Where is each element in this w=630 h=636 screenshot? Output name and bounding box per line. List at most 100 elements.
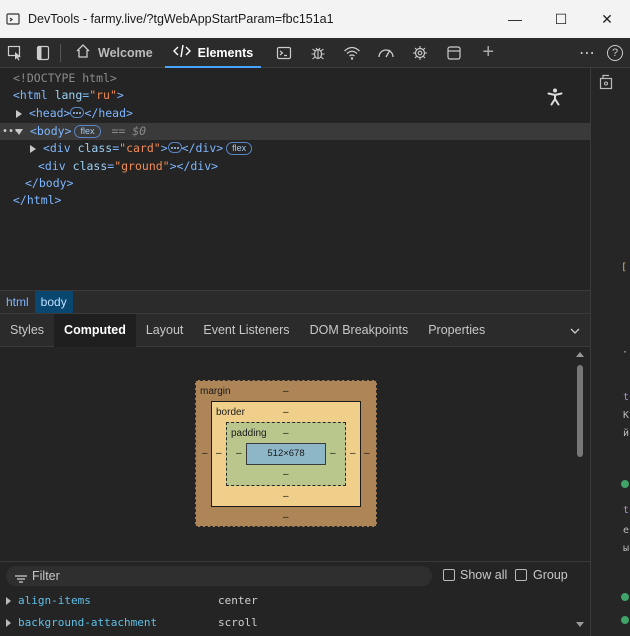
property-name: background-attachment xyxy=(18,616,158,629)
group-label[interactable]: Group xyxy=(533,568,568,582)
gutter-fragment: · xyxy=(622,347,629,358)
padding-label: padding xyxy=(231,428,267,439)
tab-layout[interactable]: Layout xyxy=(136,314,194,347)
dom-head-node[interactable]: <head> </head> xyxy=(16,105,133,122)
padding-bottom-value[interactable]: – xyxy=(283,469,289,480)
performance-gauge-icon[interactable] xyxy=(369,38,403,68)
dom-tree: <!DOCTYPE html> <html lang="ru"> <head> <… xyxy=(0,68,590,290)
border-label: border xyxy=(216,407,245,418)
breadcrumb-html[interactable]: html xyxy=(0,291,35,313)
dom-div-card-node[interactable]: <div class="card"> </div> flex xyxy=(30,140,253,157)
dom-html-close[interactable]: </html> xyxy=(13,192,61,209)
gutter-fragment: й xyxy=(623,428,630,439)
padding-top-value[interactable]: – xyxy=(283,428,289,439)
flex-badge[interactable]: flex xyxy=(226,142,253,155)
dom-body-node-selected[interactable]: ••• <body> flex == $0 xyxy=(0,123,590,140)
group-checkbox[interactable] xyxy=(515,569,527,581)
filter-placeholder: Filter xyxy=(32,569,60,583)
div-attr-name: class xyxy=(72,159,108,173)
show-all-label[interactable]: Show all xyxy=(460,568,507,582)
tab-styles[interactable]: Styles xyxy=(0,314,54,347)
margin-left-value[interactable]: – xyxy=(202,448,208,459)
border-top-value[interactable]: – xyxy=(283,407,289,418)
inspect-element-icon[interactable] xyxy=(0,38,30,68)
head-open-tag: <head> xyxy=(28,106,71,120)
div-attr-value: "ground" xyxy=(114,159,170,173)
gutter-fragment: ы xyxy=(623,543,630,554)
minimize-button[interactable]: — xyxy=(492,0,538,38)
gutter-fragment: t xyxy=(623,392,630,403)
expand-triangle-icon[interactable] xyxy=(6,597,11,605)
gutter-fragment: [ xyxy=(621,262,628,273)
property-name: align-items xyxy=(18,594,91,607)
more-tools-button[interactable]: ⋯ xyxy=(574,38,600,68)
margin-bottom-value[interactable]: – xyxy=(283,512,289,523)
dock-side-icon[interactable] xyxy=(599,74,613,90)
tab-event-listeners[interactable]: Event Listeners xyxy=(193,314,299,347)
dom-doctype[interactable]: <!DOCTYPE html> xyxy=(13,70,117,87)
dom-body-close[interactable]: </body> xyxy=(25,175,73,192)
expand-triangle-icon[interactable] xyxy=(6,619,11,627)
status-dot-icon xyxy=(621,593,629,601)
tab-welcome[interactable]: Welcome xyxy=(65,38,163,68)
accessibility-tree-icon[interactable] xyxy=(547,88,563,106)
add-tool-button[interactable]: + xyxy=(471,38,505,68)
network-wifi-icon[interactable] xyxy=(335,38,369,68)
sources-bug-icon[interactable] xyxy=(301,38,335,68)
help-button[interactable]: ? xyxy=(600,38,630,68)
margin-right-value[interactable]: – xyxy=(364,448,370,459)
filter-icon xyxy=(14,572,28,583)
border-left-value[interactable]: – xyxy=(216,448,222,459)
collapsed-ellipsis-icon[interactable] xyxy=(167,142,182,153)
border-right-value[interactable]: – xyxy=(350,448,356,459)
maximize-button[interactable]: ☐ xyxy=(538,0,584,38)
border-bottom-value[interactable]: – xyxy=(283,491,289,502)
flex-badge[interactable]: flex xyxy=(74,125,101,138)
tab-dom-breakpoints[interactable]: DOM Breakpoints xyxy=(300,314,419,347)
computed-filter-bar: Filter Show all Group xyxy=(0,561,590,589)
status-dot-icon xyxy=(621,480,629,488)
chevron-down-icon[interactable] xyxy=(570,325,580,335)
close-button[interactable]: ✕ xyxy=(584,0,630,38)
help-icon: ? xyxy=(607,44,623,61)
collapse-triangle-icon[interactable] xyxy=(15,128,23,135)
breadcrumb-body[interactable]: body xyxy=(34,291,73,313)
computed-property-row[interactable]: align-items center xyxy=(0,590,590,612)
tab-computed[interactable]: Computed xyxy=(54,313,136,347)
filter-input[interactable]: Filter xyxy=(6,566,432,586)
dom-div-ground-node[interactable]: <div class="ground"></div> xyxy=(38,158,218,175)
tab-properties[interactable]: Properties xyxy=(418,314,495,347)
memory-chip-icon[interactable] xyxy=(403,38,437,68)
expand-triangle-icon[interactable] xyxy=(30,144,36,153)
application-panel-icon[interactable] xyxy=(437,38,471,68)
tab-elements[interactable]: Elements xyxy=(163,38,264,68)
property-value: center xyxy=(218,594,258,607)
html-attr-name: lang xyxy=(54,88,83,102)
div-attr-name: class xyxy=(77,141,113,155)
computed-property-row[interactable]: background-attachment scroll xyxy=(0,612,590,634)
console-icon[interactable] xyxy=(267,38,301,68)
padding-left-value[interactable]: – xyxy=(236,448,242,459)
code-icon xyxy=(172,44,191,61)
doctype-text: <!DOCTYPE html> xyxy=(13,71,117,85)
html-open-tag: <html xyxy=(13,88,48,102)
gutter-fragment: e xyxy=(623,525,630,536)
home-icon xyxy=(75,43,91,62)
collapsed-ellipsis-icon[interactable] xyxy=(70,107,85,118)
selected-node-ref: == $0 xyxy=(111,124,147,138)
right-side-pane: [ · t K й t e ы xyxy=(590,68,630,636)
expand-triangle-icon[interactable] xyxy=(16,109,22,118)
device-emulation-icon[interactable] xyxy=(30,38,56,68)
margin-label: margin xyxy=(200,386,231,397)
div-close-tag: ></div> xyxy=(169,159,219,173)
dom-html-node[interactable]: <html lang="ru"> xyxy=(13,87,124,104)
box-model-content-size[interactable]: 512×678 xyxy=(246,443,326,465)
margin-top-value[interactable]: – xyxy=(283,386,289,397)
breadcrumb: html body xyxy=(0,290,590,313)
div-attr-value: "card" xyxy=(119,141,161,155)
scrollbar-thumb[interactable] xyxy=(577,365,583,457)
padding-right-value[interactable]: – xyxy=(330,448,336,459)
show-all-checkbox[interactable] xyxy=(443,569,455,581)
scroll-up-arrow-icon[interactable] xyxy=(576,352,584,357)
body-open-tag: <body> xyxy=(29,124,72,138)
